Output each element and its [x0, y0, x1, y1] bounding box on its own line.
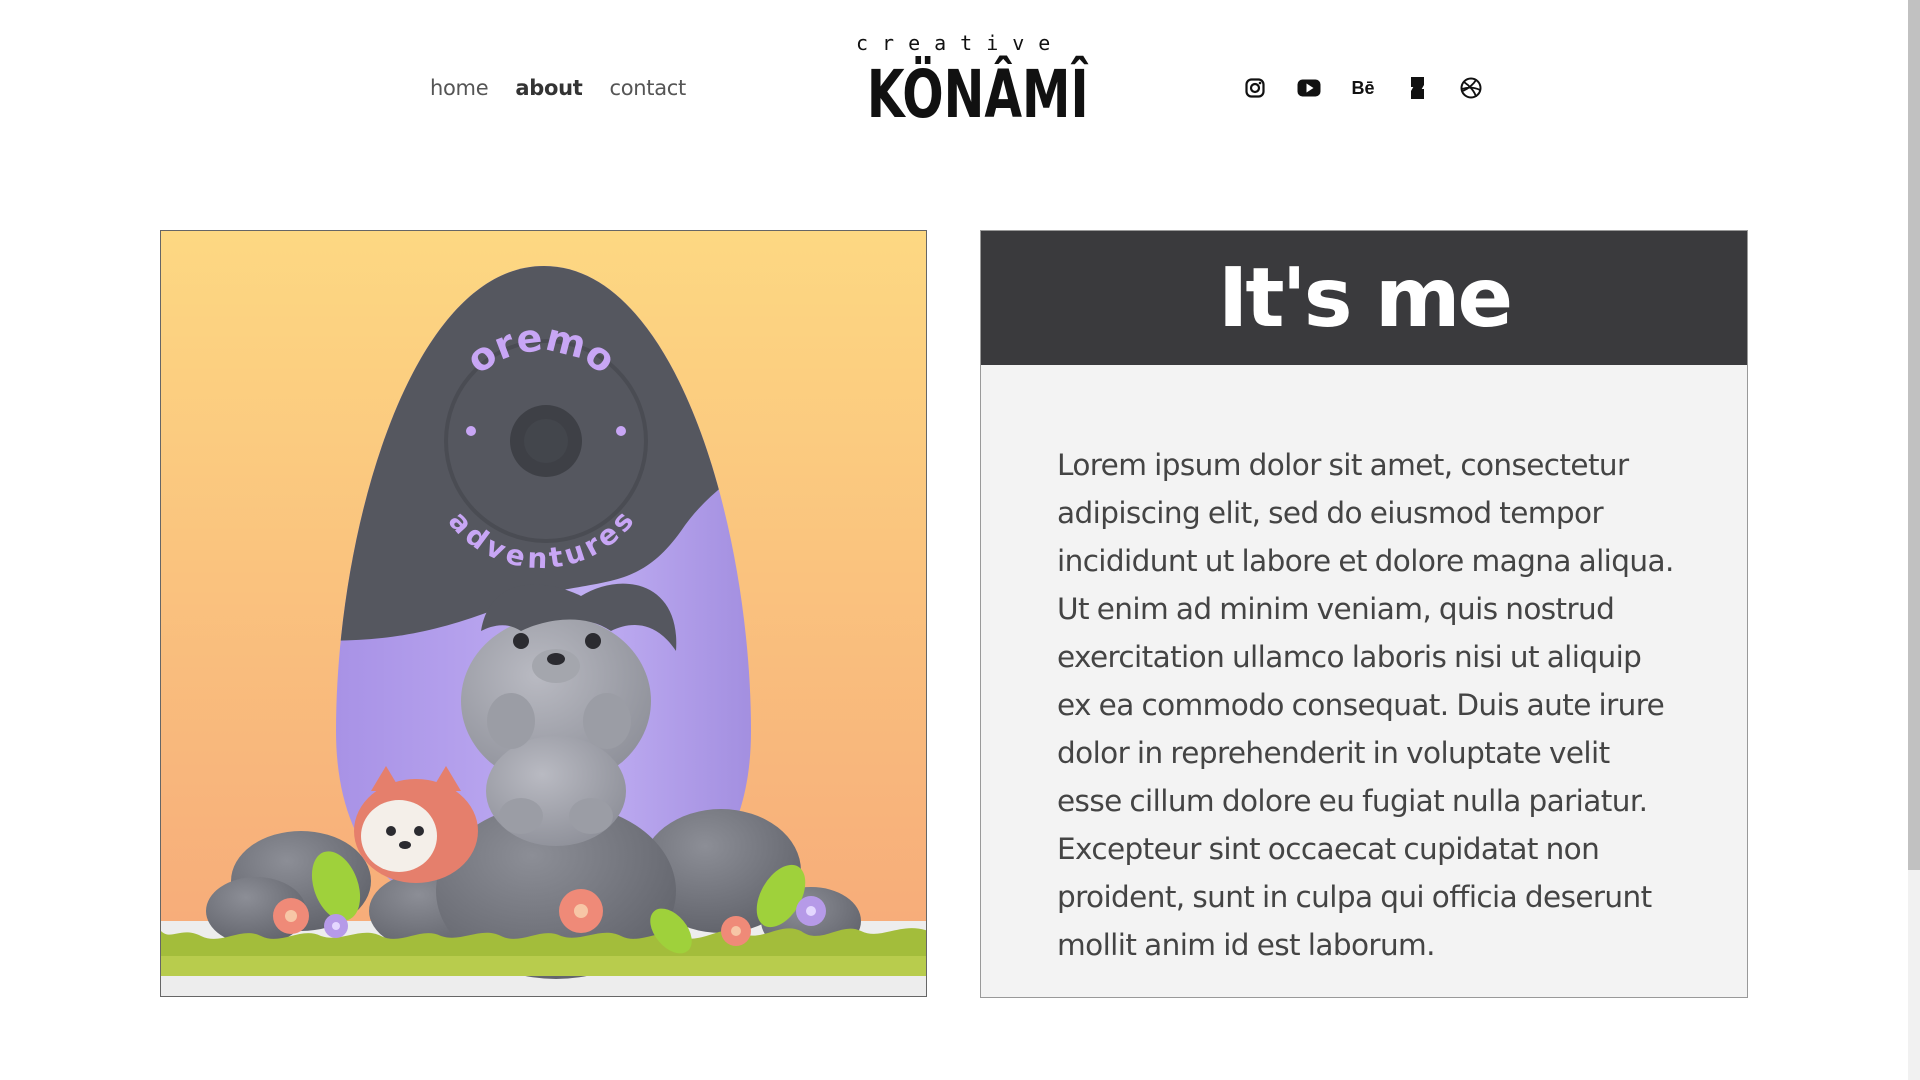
behance-icon[interactable]: Bē: [1351, 76, 1375, 100]
instagram-icon[interactable]: [1243, 76, 1267, 100]
nav-home[interactable]: home: [430, 76, 489, 100]
illustration-card: oremo adventures: [160, 230, 927, 997]
social-links: Bē: [1243, 76, 1483, 100]
oremo-illustration: oremo adventures: [161, 231, 926, 996]
logo-tagline: creative: [856, 31, 1065, 55]
youtube-icon[interactable]: [1297, 76, 1321, 100]
scrollbar-thumb[interactable]: [1908, 0, 1920, 870]
deviantart-icon[interactable]: [1405, 76, 1429, 100]
about-heading: It's me: [1217, 250, 1513, 346]
dribbble-icon[interactable]: [1459, 76, 1483, 100]
main-nav: home about contact: [430, 76, 686, 100]
page-scrollbar[interactable]: [1908, 0, 1920, 1080]
site-logo[interactable]: creative KÖNÂMÎ: [848, 30, 1089, 150]
oremo-badge: oremo adventures: [442, 315, 648, 575]
about-heading-bar: It's me: [981, 231, 1747, 365]
about-card: It's me Lorem ipsum dolor sit amet, cons…: [980, 230, 1748, 998]
nav-about[interactable]: about: [515, 76, 582, 100]
logo-wordmark: KÖNÂMÎ: [866, 56, 1089, 133]
about-body-text: Lorem ipsum dolor sit amet, consectetur …: [1057, 448, 1674, 962]
nav-contact[interactable]: contact: [609, 76, 686, 100]
